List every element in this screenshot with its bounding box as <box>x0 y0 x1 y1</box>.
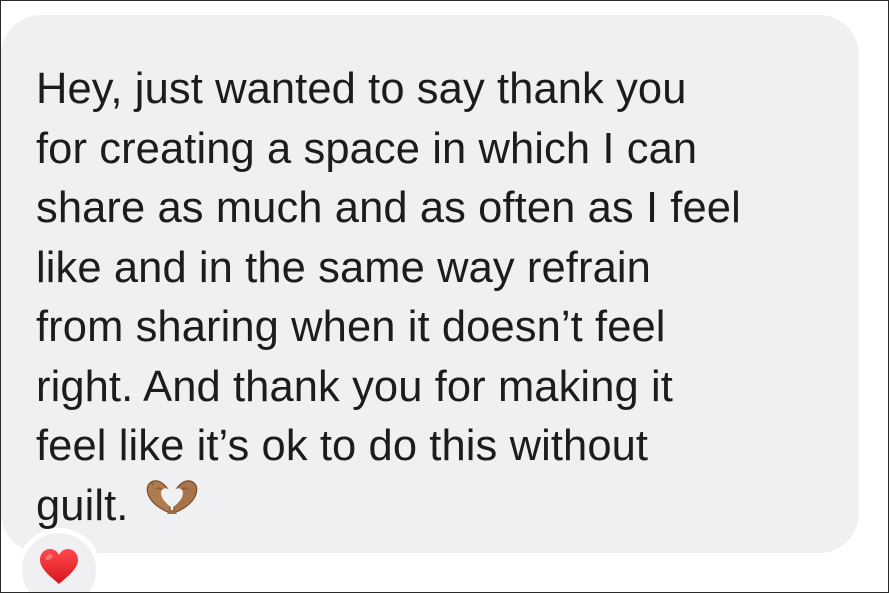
message-line: right. And thank you for making it <box>36 362 673 411</box>
message-line: feel like it’s ok to do this without <box>36 422 649 470</box>
heart-hands-icon <box>143 474 201 534</box>
chat-view: Hey, just wanted to say thank you for cr… <box>0 0 889 593</box>
message-line: share as much and as often as I feel <box>36 184 741 232</box>
message-line: for creating a space in which I can <box>36 124 698 173</box>
message-line: from sharing when it doesn’t feel <box>36 303 666 351</box>
message-text: Hey, just wanted to say thank you for cr… <box>36 60 836 538</box>
message-line-last: guilt. <box>36 477 836 538</box>
message-line: like and in the same way refrain <box>36 243 651 292</box>
message-bubble[interactable]: Hey, just wanted to say thank you for cr… <box>1 15 859 553</box>
heart-icon <box>38 548 80 591</box>
message-line-text: guilt. <box>36 481 129 530</box>
message-line: Hey, just wanted to say thank you <box>36 65 687 113</box>
